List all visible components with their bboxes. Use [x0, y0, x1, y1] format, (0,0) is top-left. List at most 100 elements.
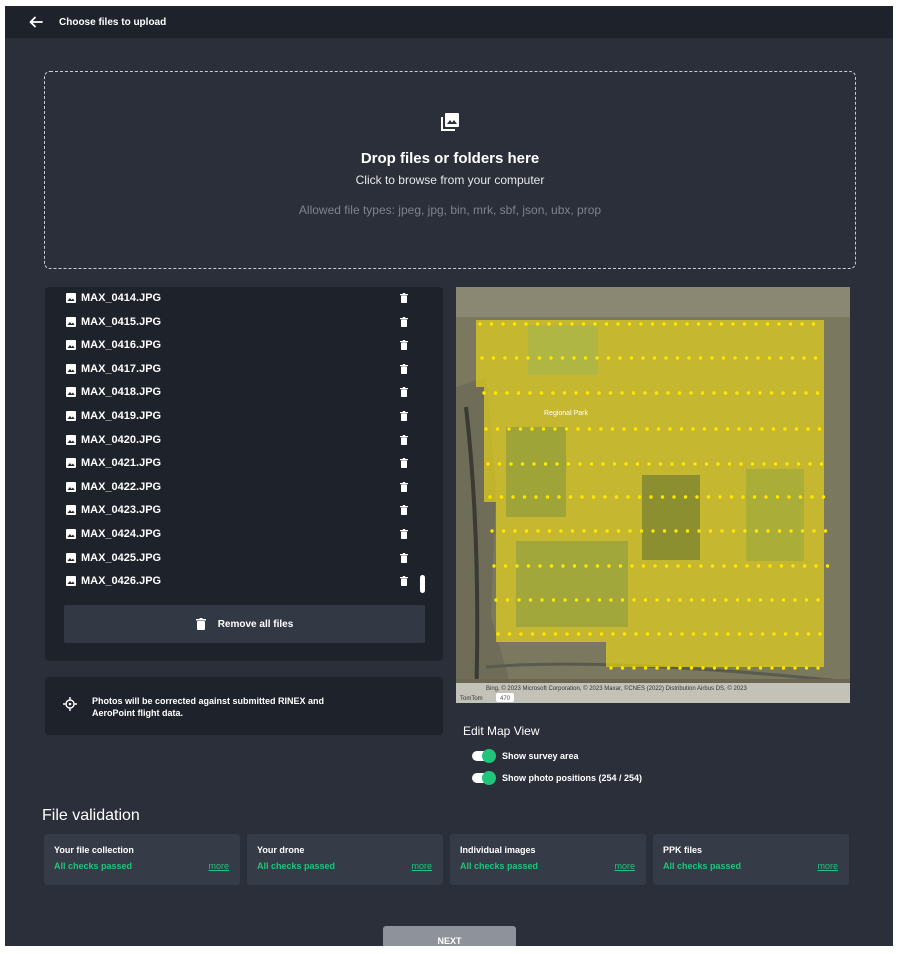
survey-map[interactable]: Regional Park Bing, © 2023 Microsoft Cor… — [456, 287, 850, 703]
photo-position-point — [632, 598, 636, 602]
more-link[interactable]: more — [614, 861, 635, 871]
photo-position-point — [649, 495, 653, 499]
file-list-item: MAX_0418.JPG — [45, 381, 443, 403]
photo-position-point — [511, 495, 515, 499]
photo-position-point — [773, 462, 778, 466]
photo-position-point — [515, 564, 519, 568]
photo-position-point — [683, 495, 688, 499]
photo-position-point — [800, 529, 805, 533]
remove-all-files-button[interactable]: Remove all files — [64, 605, 425, 643]
delete-file-icon[interactable] — [400, 552, 408, 563]
remove-all-label: Remove all files — [217, 618, 294, 630]
photo-position-point — [756, 356, 760, 360]
image-file-icon — [66, 340, 76, 351]
photo-position-point — [520, 462, 525, 466]
more-link[interactable]: more — [817, 861, 838, 871]
rinex-info-box: Photos will be corrected against submitt… — [45, 677, 443, 735]
photo-position-point — [746, 391, 751, 395]
delete-file-icon[interactable] — [400, 458, 408, 469]
photo-position-point — [744, 356, 749, 360]
image-file-icon — [66, 387, 76, 398]
photo-position-point — [563, 598, 567, 602]
photo-position-point — [666, 666, 671, 670]
photo-position-point — [562, 391, 567, 395]
photo-position-point — [787, 495, 791, 499]
photo-position-point — [553, 427, 557, 431]
photo-library-icon — [441, 113, 459, 131]
photo-position-point — [486, 462, 490, 466]
photo-position-point — [714, 632, 719, 636]
photo-position-point — [588, 632, 592, 636]
image-file-icon — [66, 576, 76, 587]
photo-position-point — [760, 632, 765, 636]
photo-position-point — [537, 356, 542, 360]
photo-position-point — [484, 427, 488, 431]
photo-position-point — [568, 495, 573, 499]
delete-file-icon[interactable] — [400, 505, 408, 516]
toggle-switch[interactable] — [472, 771, 496, 785]
photo-position-point — [720, 529, 724, 533]
photo-position-point — [607, 564, 611, 568]
delete-file-icon[interactable] — [400, 411, 408, 421]
photo-position-point — [777, 529, 782, 533]
delete-file-icon[interactable] — [400, 529, 408, 539]
photo-position-point — [710, 356, 714, 360]
delete-file-icon[interactable] — [400, 481, 408, 492]
more-link[interactable]: more — [411, 861, 432, 871]
more-link[interactable]: more — [208, 861, 229, 871]
map-road-label: 470 — [500, 696, 511, 702]
delete-file-icon[interactable] — [400, 316, 408, 327]
delete-file-icon[interactable] — [400, 363, 408, 374]
photo-position-point — [496, 632, 500, 636]
photo-position-point — [800, 322, 804, 326]
photo-position-point — [599, 427, 603, 431]
toggle-show-survey-area[interactable]: Show survey area — [472, 749, 579, 763]
photo-position-point — [620, 391, 624, 395]
image-file-icon — [66, 434, 76, 445]
photo-position-point — [514, 356, 519, 360]
scrollbar-thumb[interactable] — [420, 575, 425, 593]
delete-file-icon[interactable] — [400, 340, 408, 351]
delete-file-icon[interactable] — [400, 387, 408, 398]
photo-position-point — [633, 427, 638, 431]
photo-position-point — [610, 427, 615, 431]
photo-position-point — [652, 356, 657, 360]
photo-position-point — [699, 564, 703, 568]
delete-file-icon[interactable] — [400, 434, 408, 445]
photo-position-point — [542, 632, 546, 636]
photo-position-point — [788, 322, 793, 326]
photo-position-point — [712, 598, 717, 602]
photo-position-point — [574, 598, 579, 602]
photo-position-point — [497, 462, 502, 466]
arrow-left-icon[interactable] — [29, 15, 43, 29]
photo-position-point — [719, 322, 724, 326]
delete-file-icon[interactable] — [400, 293, 408, 303]
toggle-show-photo-positions[interactable]: Show photo positions (254 / 254) — [472, 771, 642, 785]
file-name: MAX_0414.JPG — [81, 292, 162, 304]
delete-file-icon[interactable] — [400, 576, 408, 587]
photo-position-point — [727, 462, 732, 466]
photo-position-point — [710, 564, 715, 568]
photo-position-point — [703, 632, 707, 636]
file-list-item: MAX_0416.JPG — [45, 334, 443, 356]
photo-position-point — [480, 356, 484, 360]
map-canvas: Regional Park Bing, © 2023 Microsoft Cor… — [456, 287, 850, 703]
photo-position-point — [478, 322, 482, 326]
photo-position-point — [770, 666, 774, 670]
photo-position-point — [593, 322, 597, 326]
file-list[interactable]: MAX_0414.JPG MAX_0415.JPG MAX_0416.JPG MAX_… — [45, 287, 443, 599]
photo-position-point — [811, 322, 816, 326]
photo-position-point — [519, 632, 523, 636]
photo-position-point — [697, 529, 701, 533]
file-dropzone[interactable]: Drop files or folders here Click to brow… — [44, 71, 856, 269]
photo-position-point — [580, 495, 584, 499]
photo-position-point — [668, 427, 672, 431]
toggle-switch[interactable] — [472, 749, 496, 763]
next-button[interactable]: NEXT — [383, 926, 516, 946]
upload-page: Choose files to upload Drop files or fol… — [5, 6, 893, 946]
photo-position-point — [551, 391, 555, 395]
file-list-panel: MAX_0414.JPG MAX_0415.JPG MAX_0416.JPG MAX_… — [45, 287, 443, 661]
photo-position-point — [654, 391, 659, 395]
photo-position-point — [666, 391, 670, 395]
file-name: MAX_0418.JPG — [81, 386, 162, 399]
